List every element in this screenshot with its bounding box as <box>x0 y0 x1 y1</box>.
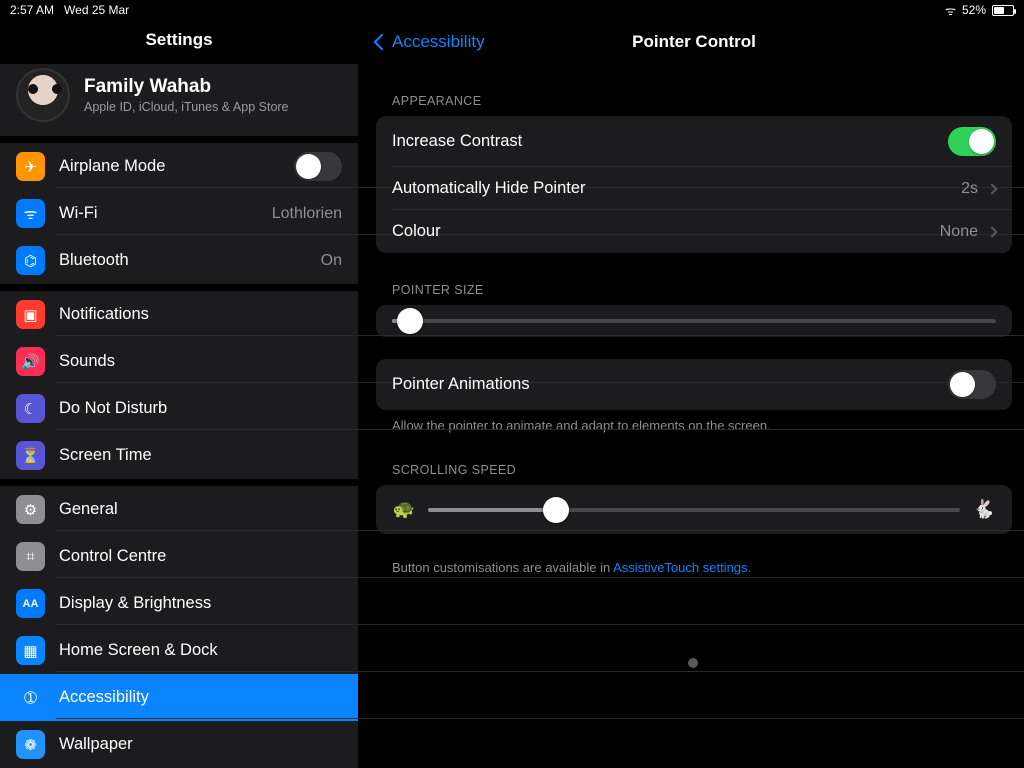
wifi-settings-icon: ᯤ <box>16 199 45 228</box>
sidebar-item-screentime[interactable]: ⏳ Screen Time <box>0 432 358 479</box>
sidebar-item-control-centre[interactable]: ⌗ Control Centre <box>0 533 358 580</box>
gear-icon: ⚙ <box>16 495 45 524</box>
detail-pane: Accessibility Pointer Control APPEARANCE… <box>358 20 1024 768</box>
airplane-toggle[interactable] <box>294 152 342 181</box>
apple-id-row[interactable]: Family Wahab Apple ID, iCloud, iTunes & … <box>0 64 358 136</box>
sidebar-item-label: Wallpaper <box>59 735 133 754</box>
sidebar-item-label: Airplane Mode <box>59 157 165 176</box>
bluetooth-value: On <box>321 252 342 270</box>
pointer-animations-row[interactable]: Pointer Animations <box>376 359 1012 410</box>
sidebar-title: Settings <box>0 20 358 64</box>
auto-hide-value: 2s <box>961 180 978 198</box>
appearance-header: APPEARANCE <box>376 64 1012 116</box>
battery-percent: 52% <box>962 3 986 17</box>
sidebar-item-accessibility[interactable]: ➀ Accessibility <box>0 674 358 721</box>
scrolling-speed-slider[interactable] <box>428 508 960 512</box>
sidebar-item-airplane[interactable]: ✈ Airplane Mode <box>0 143 358 190</box>
sidebar-item-label: Screen Time <box>59 446 152 465</box>
sidebar-item-sounds[interactable]: 🔊 Sounds <box>0 338 358 385</box>
row-label: Pointer Animations <box>392 375 530 394</box>
airplane-icon: ✈ <box>16 152 45 181</box>
grid-icon: ▦ <box>16 636 45 665</box>
sidebar-item-label: Bluetooth <box>59 251 129 270</box>
sidebar-item-notifications[interactable]: ▣ Notifications <box>0 291 358 338</box>
chevron-right-icon <box>986 183 997 194</box>
toggles-icon: ⌗ <box>16 542 45 571</box>
sidebar-item-label: Accessibility <box>59 688 149 707</box>
colour-value: None <box>940 223 978 241</box>
sidebar-item-label: Wi-Fi <box>59 204 97 223</box>
bluetooth-icon: ⌬ <box>16 246 45 275</box>
wifi-value: Lothlorien <box>272 205 342 223</box>
sidebar-item-wifi[interactable]: ᯤ Wi-Fi Lothlorien <box>0 190 358 237</box>
row-label: Increase Contrast <box>392 132 522 151</box>
pointer-animations-toggle[interactable] <box>948 370 996 399</box>
pointer-size-slider[interactable] <box>392 319 996 323</box>
animations-note: Allow the pointer to animate and adapt t… <box>376 410 1012 433</box>
settings-sidebar: Settings Family Wahab Apple ID, iCloud, … <box>0 20 358 768</box>
colour-row[interactable]: Colour None <box>376 210 1012 253</box>
turtle-icon: 🐢 <box>392 499 416 520</box>
footnote-text: Button customisations are available in <box>392 560 613 575</box>
auto-hide-row[interactable]: Automatically Hide Pointer 2s <box>376 167 1012 210</box>
page-title: Pointer Control <box>376 32 1012 52</box>
account-name: Family Wahab <box>84 76 289 98</box>
scrolling-header: SCROLLING SPEED <box>376 433 1012 485</box>
sidebar-item-wallpaper[interactable]: ❁ Wallpaper <box>0 721 358 768</box>
status-time: 2:57 AM <box>10 3 54 17</box>
moon-icon: ☾ <box>16 394 45 423</box>
account-subtitle: Apple ID, iCloud, iTunes & App Store <box>84 100 289 114</box>
increase-contrast-row[interactable]: Increase Contrast <box>376 116 1012 167</box>
sidebar-item-dnd[interactable]: ☾ Do Not Disturb <box>0 385 358 432</box>
sidebar-item-homescreen[interactable]: ▦ Home Screen & Dock <box>0 627 358 674</box>
wallpaper-icon: ❁ <box>16 730 45 759</box>
display-icon: AA <box>16 589 45 618</box>
assistivetouch-note: Button customisations are available in A… <box>376 534 1012 575</box>
notifications-icon: ▣ <box>16 300 45 329</box>
sidebar-item-label: Notifications <box>59 305 149 324</box>
sounds-icon: 🔊 <box>16 347 45 376</box>
accessibility-icon: ➀ <box>16 683 45 712</box>
sidebar-item-label: Sounds <box>59 352 115 371</box>
sidebar-item-label: Control Centre <box>59 547 166 566</box>
row-label: Automatically Hide Pointer <box>392 179 586 198</box>
status-date: Wed 25 Mar <box>64 3 129 17</box>
page-indicator-dot <box>688 658 698 668</box>
row-label: Colour <box>392 222 441 241</box>
sidebar-item-label: Home Screen & Dock <box>59 641 218 660</box>
assistivetouch-link[interactable]: AssistiveTouch settings. <box>613 560 751 575</box>
sidebar-item-label: General <box>59 500 118 519</box>
wifi-icon: ᯤ <box>945 2 956 19</box>
battery-icon <box>992 5 1014 16</box>
sidebar-item-label: Display & Brightness <box>59 594 211 613</box>
status-bar: 2:57 AM Wed 25 Mar ᯤ 52% <box>0 0 1024 20</box>
chevron-right-icon <box>986 226 997 237</box>
avatar <box>16 68 70 122</box>
increase-contrast-toggle[interactable] <box>948 127 996 156</box>
hourglass-icon: ⏳ <box>16 441 45 470</box>
sidebar-item-display[interactable]: AA Display & Brightness <box>0 580 358 627</box>
rabbit-icon: 🐇 <box>972 499 996 520</box>
sidebar-item-general[interactable]: ⚙ General <box>0 486 358 533</box>
sidebar-item-bluetooth[interactable]: ⌬ Bluetooth On <box>0 237 358 284</box>
sidebar-item-label: Do Not Disturb <box>59 399 167 418</box>
pointer-size-header: POINTER SIZE <box>376 253 1012 305</box>
